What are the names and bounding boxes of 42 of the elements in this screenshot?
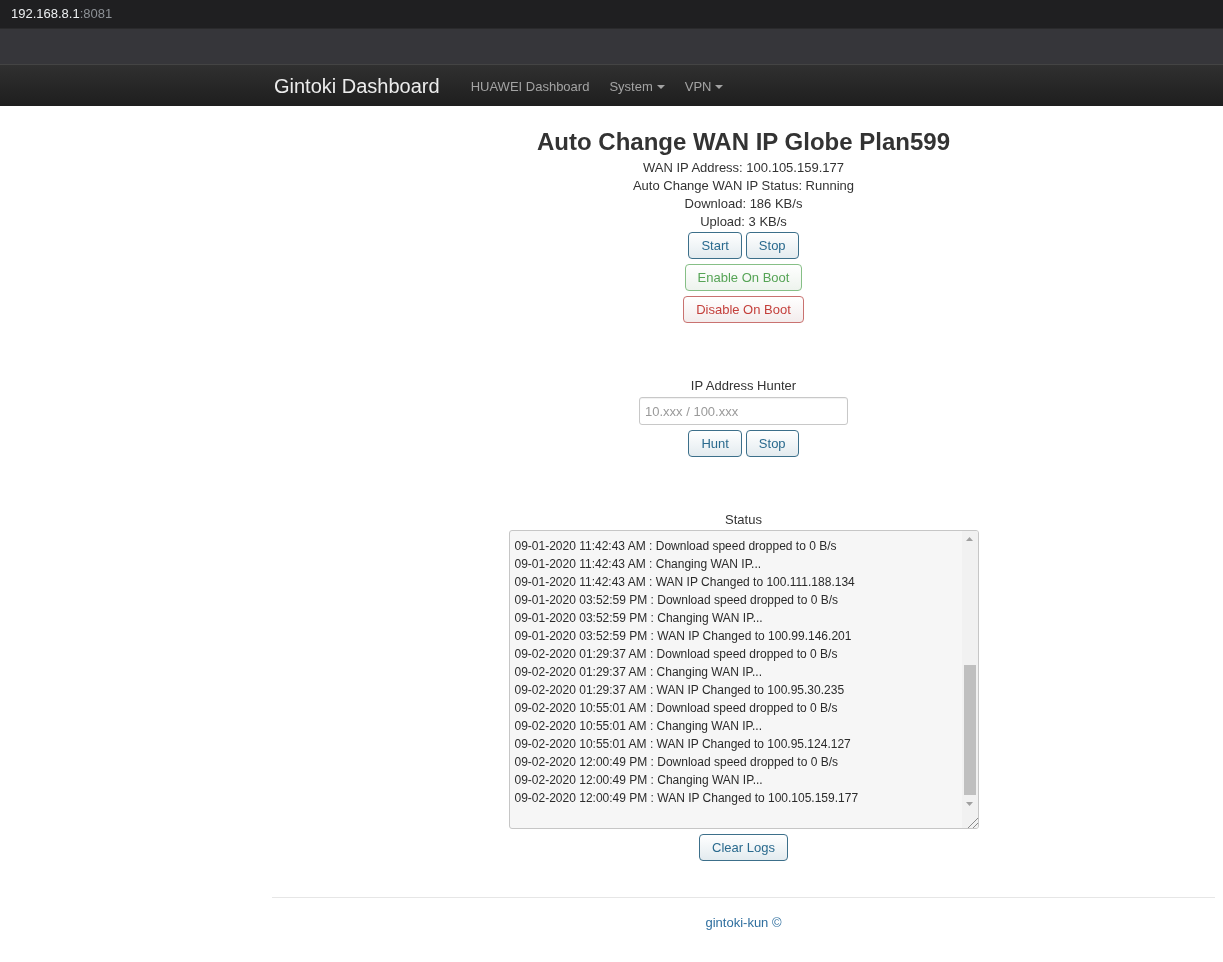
nav-dropdown[interactable]: VPN bbox=[684, 76, 724, 95]
section-label: Status bbox=[725, 511, 762, 529]
section-label: IP Address Hunter bbox=[690, 377, 797, 395]
scrollbar-thumb[interactable] bbox=[963, 665, 976, 795]
clear-logs-button[interactable]: Clear Logs bbox=[699, 834, 788, 861]
stop-button[interactable]: Stop bbox=[745, 232, 799, 259]
brand-link[interactable]: Gintoki Dashboard bbox=[274, 73, 440, 98]
log-line: 09-01-2020 03:52:59 PM : WAN IP Changed to 100.99.146.201 bbox=[514, 628, 852, 645]
page-title: Auto Change WAN IP Globe Plan599 bbox=[537, 128, 950, 156]
log-line: 09-02-2020 10:55:01 AM : WAN IP Changed to 100.95.124.127 bbox=[514, 736, 851, 753]
disable-on-boot-button[interactable]: Disable On Boot bbox=[683, 296, 804, 323]
log-line: 09-02-2020 01:29:37 AM : Download speed dropped to 0 B/s bbox=[514, 646, 838, 663]
scrollbar[interactable] bbox=[961, 531, 978, 828]
log-line: 09-01-2020 03:52:59 PM : Download speed dropped to 0 B/s bbox=[514, 592, 839, 609]
status-text: Auto Change WAN IP Status: Running bbox=[632, 177, 855, 195]
log-line: 09-01-2020 03:52:59 PM : Changing WAN IP... bbox=[514, 610, 763, 627]
log-line: 09-02-2020 01:29:37 AM : WAN IP Changed to 100.95.30.235 bbox=[514, 682, 845, 699]
footer-link[interactable]: gintoki-kun © bbox=[705, 914, 782, 932]
log-line: 09-02-2020 10:55:01 AM : Download speed dropped to 0 B/s bbox=[514, 700, 838, 717]
address-bar[interactable]: 192.168.8.1:8081 bbox=[0, 0, 1223, 28]
scroll-down-arrow-icon[interactable] bbox=[966, 802, 973, 806]
log-line: 09-02-2020 10:55:01 AM : Changing WAN IP... bbox=[514, 718, 762, 735]
scroll-up-arrow-icon[interactable] bbox=[966, 537, 973, 541]
enable-on-boot-button[interactable]: Enable On Boot bbox=[684, 264, 803, 291]
status-text: Download: 186 KB/s bbox=[684, 195, 803, 213]
ip-input-field[interactable]: 10.xxx / 100.xxx bbox=[639, 397, 848, 425]
start-button[interactable]: Start bbox=[688, 232, 742, 259]
log-line: 09-02-2020 12:00:49 PM : Changing WAN IP... bbox=[514, 772, 763, 789]
stop-button[interactable]: Stop bbox=[745, 430, 799, 457]
nav-dropdown[interactable]: System bbox=[609, 76, 665, 95]
nav-link[interactable]: HUAWEI Dashboard bbox=[470, 76, 590, 95]
log-line: 09-02-2020 01:29:37 AM : Changing WAN IP... bbox=[514, 664, 762, 681]
hunt-button[interactable]: Hunt bbox=[688, 430, 742, 457]
log-line: 09-01-2020 11:42:43 AM : Changing WAN IP... bbox=[514, 556, 762, 573]
log-line: 09-02-2020 12:00:49 PM : WAN IP Changed to 100.105.159.177 bbox=[514, 790, 859, 807]
status-text: WAN IP Address: 100.105.159.177 bbox=[643, 159, 844, 177]
status-text: Upload: 3 KB/s bbox=[700, 213, 787, 231]
log-line: 09-02-2020 12:00:49 PM : Download speed dropped to 0 B/s bbox=[514, 754, 839, 771]
log-textarea[interactable] bbox=[508, 530, 979, 829]
log-line: 09-01-2020 11:42:43 AM : WAN IP Changed to 100.111.188.134 bbox=[514, 574, 855, 591]
log-line: 09-01-2020 11:42:43 AM : Download speed dropped to 0 B/s bbox=[514, 538, 837, 555]
resize-grip-icon[interactable] bbox=[967, 818, 978, 828]
